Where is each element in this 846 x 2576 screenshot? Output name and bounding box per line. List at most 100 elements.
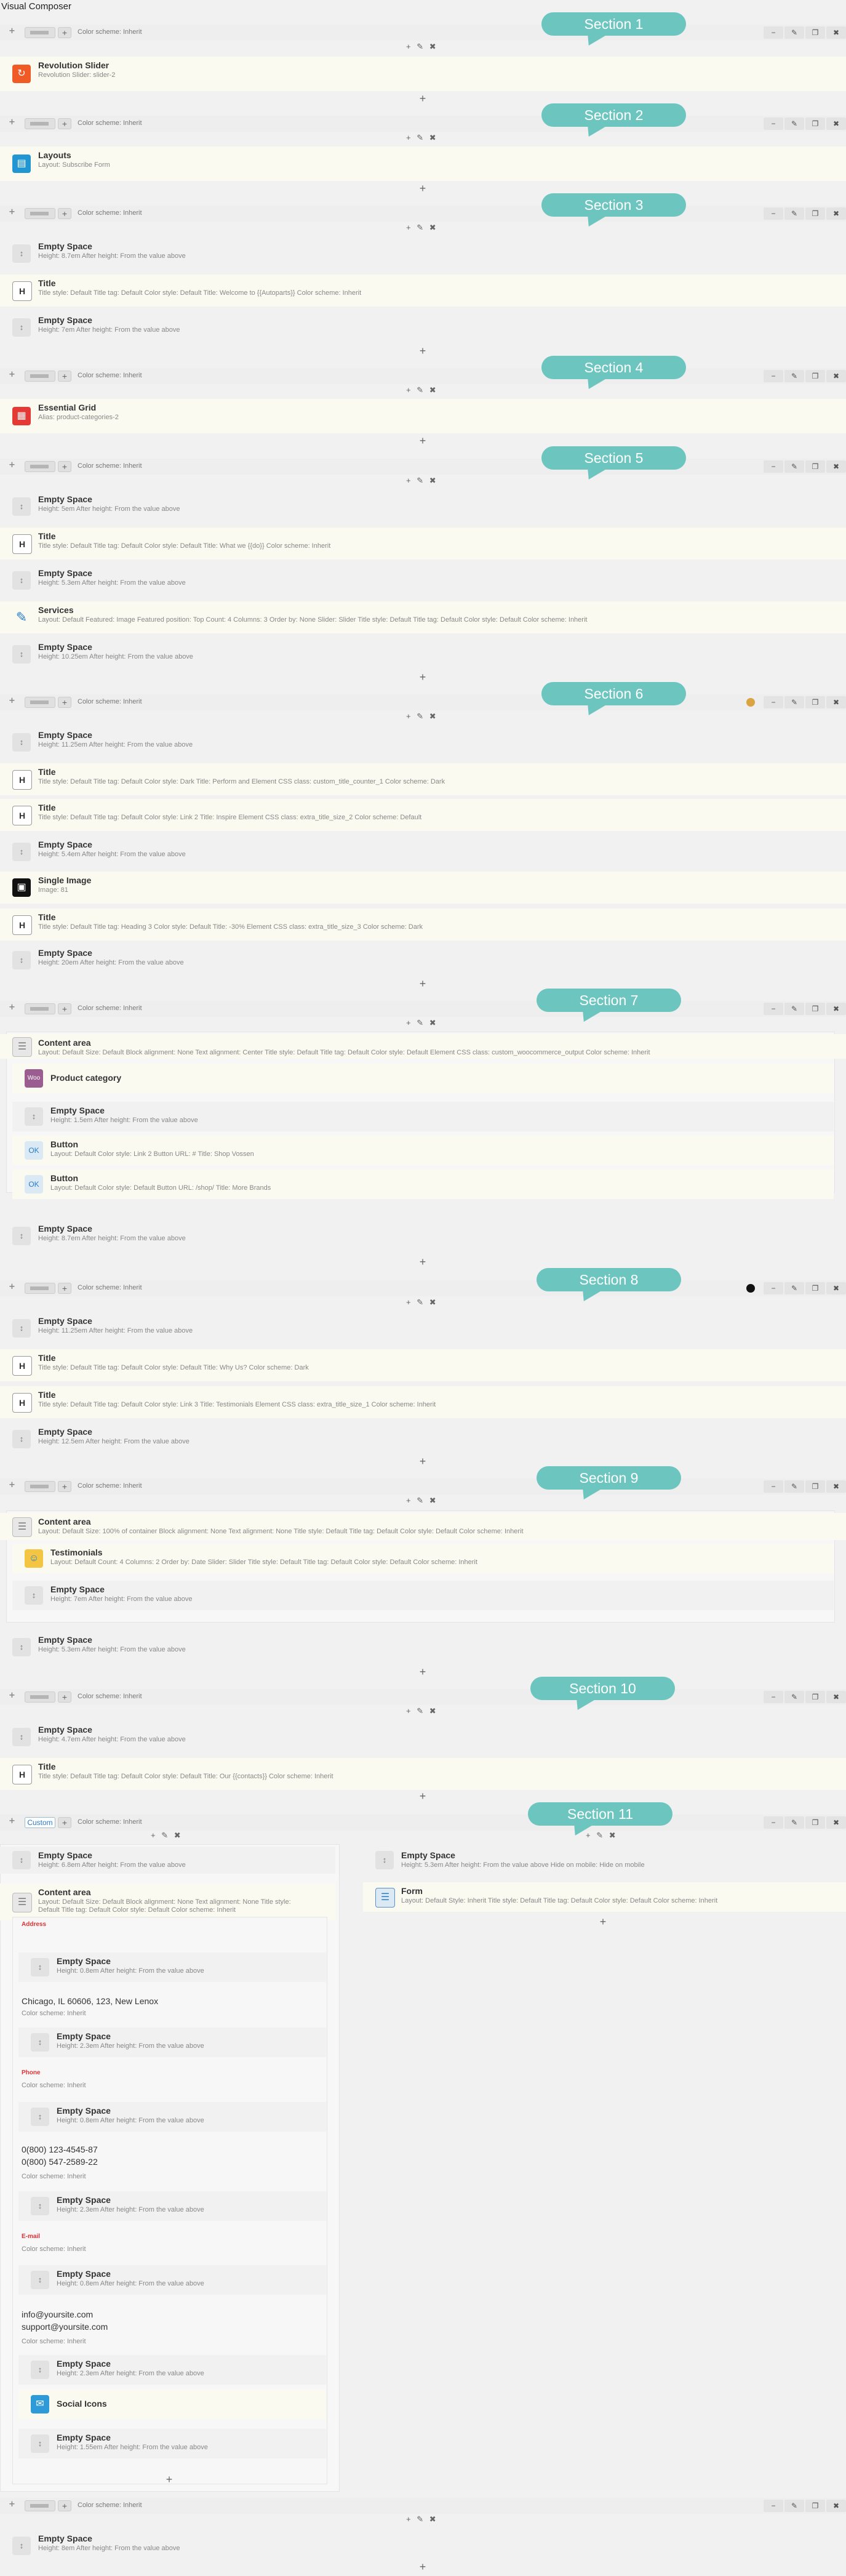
- add-element-button[interactable]: +: [417, 977, 429, 990]
- row-layout-button[interactable]: [25, 1003, 55, 1014]
- column-tools[interactable]: + ✎ ✖: [406, 133, 438, 145]
- edit-row-button[interactable]: ✎: [784, 460, 804, 473]
- delete-row-button[interactable]: ✖: [826, 2500, 846, 2512]
- element-s6-space3[interactable]: ↕ Empty Space Height: 20em After height: F…: [0, 944, 846, 976]
- element-s9-test[interactable]: ☺ Testimonials Layout: Default Count: 4 Co…: [12, 1544, 834, 1573]
- element-s8-title2[interactable]: H Title Title style: Default Title tag: De…: [0, 1386, 846, 1418]
- row-layout-button[interactable]: [25, 697, 55, 708]
- add-element-button[interactable]: +: [417, 1455, 429, 1467]
- column-tools[interactable]: + ✎ ✖: [406, 712, 438, 724]
- element-s10-title[interactable]: H Title Title style: Default Title tag: De…: [0, 1758, 846, 1790]
- delete-row-button[interactable]: ✖: [826, 460, 846, 473]
- column-tools[interactable]: + ✎ ✖: [406, 1706, 438, 1719]
- element-s6-image[interactable]: ▣ Single Image Image: 81: [0, 872, 846, 904]
- element-s8-title1[interactable]: H Title Title style: Default Title tag: De…: [0, 1349, 846, 1381]
- element-s11-space0[interactable]: ↕ Empty Space Height: 6.8em After height: …: [0, 1847, 335, 1874]
- element-last-space[interactable]: ↕ Empty Space Height: 8em After height: Fr…: [0, 2530, 846, 2562]
- drag-handle-icon[interactable]: [7, 26, 16, 36]
- column-tools[interactable]: + ✎ ✖: [406, 385, 438, 398]
- element-s9-space2[interactable]: ↕ Empty Space Height: 5.3em After height: …: [0, 1631, 846, 1663]
- element-s6-space1[interactable]: ↕ Empty Space Height: 11.25em After height…: [0, 726, 846, 758]
- element-s11-space5[interactable]: ↕ Empty Space Height: 0.8em After height: …: [18, 2265, 326, 2295]
- clone-row-button[interactable]: ❐: [805, 207, 825, 220]
- element-s11-social[interactable]: ✉ Social Icons: [18, 2389, 326, 2419]
- element-s6-title3[interactable]: H Title Title style: Default Title tag: He…: [0, 909, 846, 941]
- edit-row-button[interactable]: ✎: [784, 1003, 804, 1015]
- add-column-button[interactable]: +: [58, 371, 71, 382]
- delete-row-button[interactable]: ✖: [826, 370, 846, 382]
- drag-handle-icon[interactable]: [7, 1480, 16, 1490]
- add-element-button[interactable]: +: [417, 671, 429, 683]
- column-tools[interactable]: + ✎ ✖: [406, 1496, 438, 1508]
- element-rev[interactable]: ↻ Revolution Slider Revolution Slider: sli…: [0, 57, 846, 91]
- drag-handle-icon[interactable]: [7, 2500, 16, 2510]
- edit-row-button[interactable]: ✎: [784, 1282, 804, 1294]
- add-column-button[interactable]: +: [58, 118, 71, 129]
- row-layout-button[interactable]: [25, 461, 55, 472]
- column-tools[interactable]: + ✎ ✖: [406, 1018, 438, 1030]
- toggle-row-button[interactable]: −: [764, 370, 783, 382]
- add-column-button[interactable]: +: [58, 1691, 71, 1703]
- drag-handle-icon[interactable]: [7, 370, 16, 380]
- edit-row-button[interactable]: ✎: [784, 1691, 804, 1703]
- element-s10-space[interactable]: ↕ Empty Space Height: 4.7em After height: …: [0, 1721, 846, 1753]
- add-element-button[interactable]: +: [597, 1916, 609, 1928]
- add-element-button[interactable]: +: [417, 1790, 429, 1802]
- element-s9-space1[interactable]: ↕ Empty Space Height: 7em After height: Fr…: [12, 1581, 834, 1610]
- element-s3-title[interactable]: H Title Title style: Default Title tag: De…: [0, 275, 846, 307]
- add-column-button[interactable]: +: [58, 1003, 71, 1014]
- drag-handle-icon[interactable]: [7, 460, 16, 470]
- delete-row-button[interactable]: ✖: [826, 1691, 846, 1703]
- row-layout-button[interactable]: [25, 1481, 55, 1492]
- drag-handle-icon[interactable]: [7, 1691, 16, 1701]
- row-layout-button[interactable]: [25, 208, 55, 219]
- clone-row-button[interactable]: ❐: [805, 696, 825, 708]
- column-tools[interactable]: + ✎ ✖: [406, 42, 438, 54]
- clone-row-button[interactable]: ❐: [805, 2500, 825, 2512]
- element-s5-title[interactable]: H Title Title style: Default Title tag: De…: [0, 528, 846, 560]
- element-s7-space2[interactable]: ↕ Empty Space Height: 8.7em After height: …: [0, 1220, 846, 1252]
- delete-row-button[interactable]: ✖: [826, 118, 846, 130]
- add-element-button[interactable]: +: [417, 1256, 429, 1268]
- add-column-button[interactable]: +: [58, 697, 71, 708]
- edit-row-button[interactable]: ✎: [784, 118, 804, 130]
- delete-row-button[interactable]: ✖: [826, 696, 846, 708]
- element-s6-title1[interactable]: H Title Title style: Default Title tag: De…: [0, 763, 846, 795]
- edit-row-button[interactable]: ✎: [784, 370, 804, 382]
- clone-row-button[interactable]: ❐: [805, 370, 825, 382]
- add-element-button[interactable]: +: [417, 1666, 429, 1678]
- drag-handle-icon[interactable]: [7, 1282, 16, 1292]
- toggle-row-button[interactable]: −: [764, 460, 783, 473]
- add-column-button[interactable]: +: [58, 1283, 71, 1294]
- edit-row-button[interactable]: ✎: [784, 1480, 804, 1493]
- toggle-row-button[interactable]: −: [764, 1816, 783, 1829]
- row-layout-button[interactable]: [25, 2500, 55, 2511]
- drag-handle-icon[interactable]: [7, 1003, 16, 1013]
- toggle-row-button[interactable]: −: [764, 1282, 783, 1294]
- clone-row-button[interactable]: ❐: [805, 118, 825, 130]
- edit-row-button[interactable]: ✎: [784, 2500, 804, 2512]
- edit-row-button[interactable]: ✎: [784, 1816, 804, 1829]
- add-element-button[interactable]: +: [417, 2561, 429, 2573]
- element-s6-space2[interactable]: ↕ Empty Space Height: 5.4em After height: …: [0, 836, 846, 868]
- row-layout-button[interactable]: [25, 27, 55, 38]
- drag-handle-icon[interactable]: [7, 207, 16, 217]
- clone-row-button[interactable]: ❐: [805, 1816, 825, 1829]
- clone-row-button[interactable]: ❐: [805, 460, 825, 473]
- element-layouts[interactable]: ▤ Layouts Layout: Subscribe Form: [0, 146, 846, 181]
- column-tools[interactable]: + ✎ ✖: [406, 1298, 438, 1310]
- element-grid[interactable]: ▦ Essential Grid Alias: product-categories…: [0, 399, 846, 433]
- add-column-button[interactable]: +: [58, 1481, 71, 1492]
- edit-row-button[interactable]: ✎: [784, 26, 804, 39]
- column-tools[interactable]: + ✎ ✖: [406, 476, 438, 488]
- edit-row-button[interactable]: ✎: [784, 696, 804, 708]
- row-layout-button[interactable]: [25, 1691, 55, 1703]
- delete-row-button[interactable]: ✖: [826, 1480, 846, 1493]
- add-element-button[interactable]: +: [163, 2473, 175, 2486]
- add-element-button[interactable]: +: [417, 92, 429, 105]
- column-tools[interactable]: + ✎ ✖: [151, 1831, 183, 1843]
- element-s8-space2[interactable]: ↕ Empty Space Height: 12.5em After height:…: [0, 1423, 846, 1455]
- add-element-button[interactable]: +: [417, 435, 429, 447]
- element-s11-r-space[interactable]: ↕ Empty Space Height: 5.3em After height: …: [363, 1847, 846, 1874]
- delete-row-button[interactable]: ✖: [826, 207, 846, 220]
